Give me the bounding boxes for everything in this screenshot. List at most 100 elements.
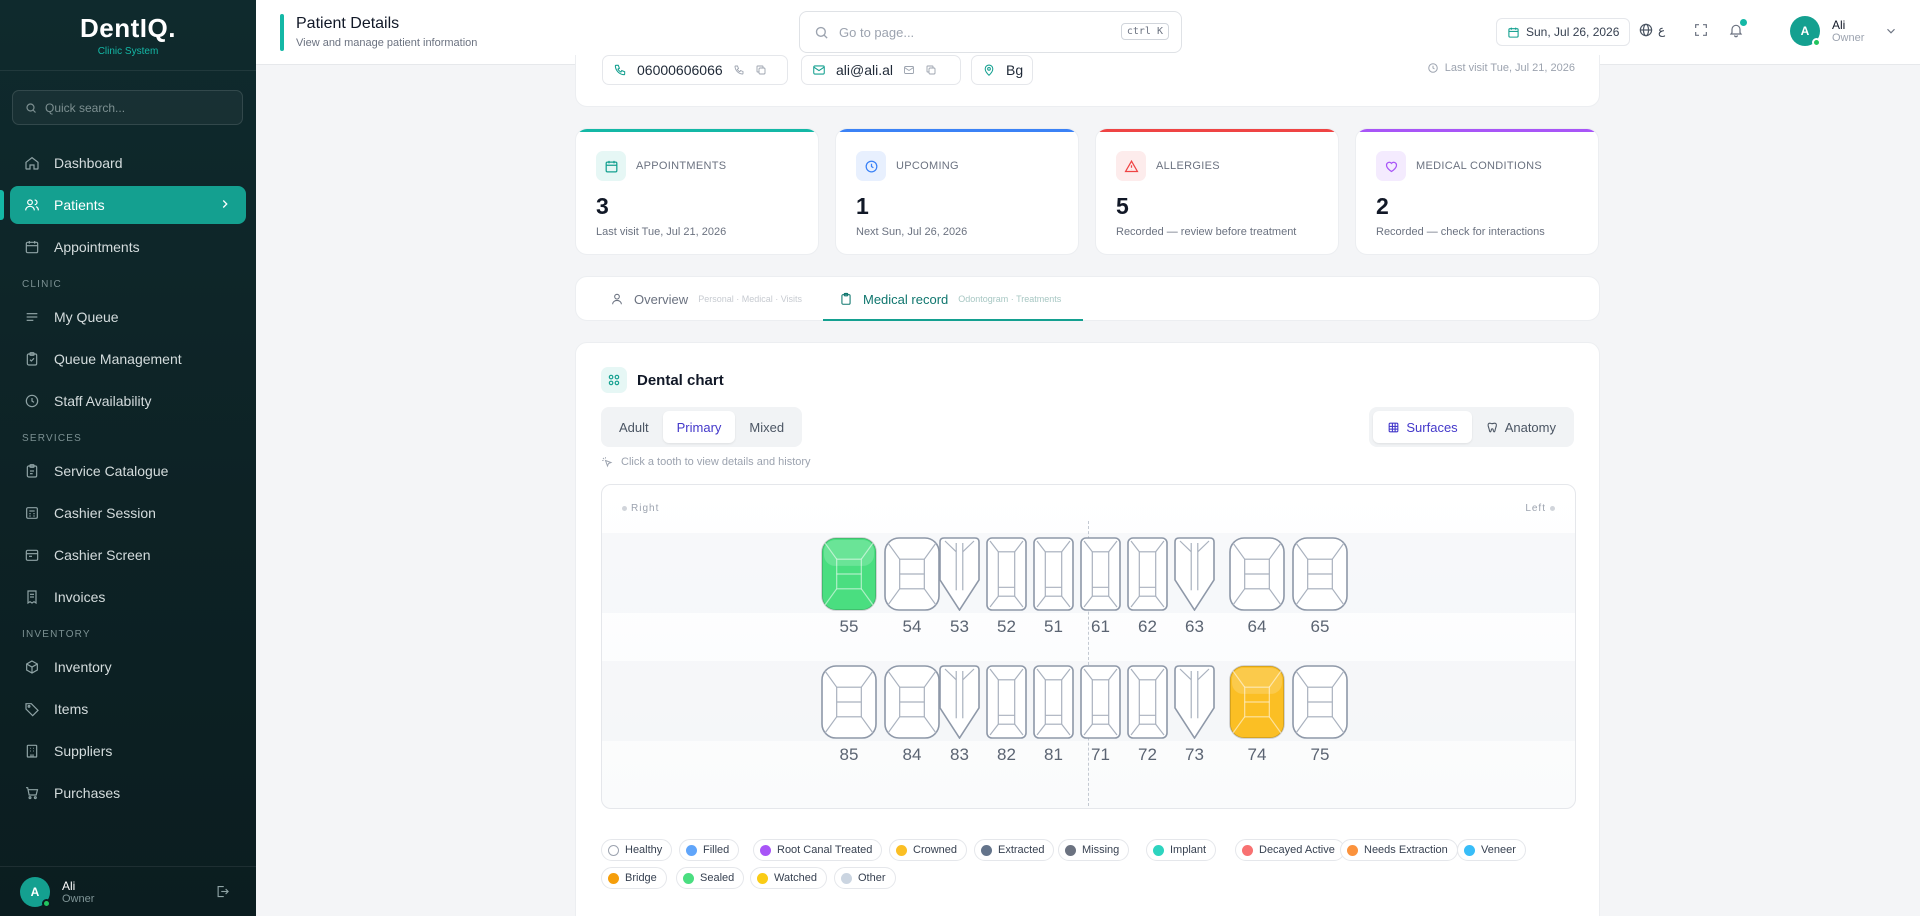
mode-primary-button[interactable]: Primary bbox=[662, 411, 736, 443]
sidebar-item-patients[interactable]: Patients bbox=[0, 186, 246, 224]
legend-item-healthy: Healthy bbox=[601, 839, 673, 861]
grid-icon bbox=[601, 367, 627, 393]
sidebar-item-appointments[interactable]: Appointments bbox=[10, 228, 246, 266]
goto-page-input[interactable]: Go to page... ctrl K bbox=[799, 11, 1182, 53]
tooth-65[interactable]: 65 bbox=[1292, 537, 1348, 636]
tooth-83[interactable]: 83 bbox=[939, 665, 980, 764]
user-role: Owner bbox=[62, 892, 95, 905]
mode-adult-button[interactable]: Adult bbox=[605, 411, 663, 443]
tooth-shape bbox=[1229, 537, 1285, 611]
sidebar-item-dashboard[interactable]: Dashboard bbox=[10, 144, 246, 182]
stat-value: 1 bbox=[856, 193, 869, 219]
tooth-81[interactable]: 81 bbox=[1033, 665, 1074, 764]
stat-note: Last visit Tue, Jul 21, 2026 bbox=[596, 226, 727, 238]
legend-label: Watched bbox=[774, 872, 818, 884]
quick-search-input[interactable]: Quick search... bbox=[12, 90, 243, 125]
tooth-shape bbox=[1229, 665, 1285, 739]
tooth-number: 85 bbox=[839, 745, 859, 764]
legend-label: Extracted bbox=[998, 844, 1045, 856]
legend-label: Missing bbox=[1082, 844, 1120, 856]
tooth-72[interactable]: 72 bbox=[1127, 665, 1168, 764]
tooth-icon bbox=[1486, 421, 1499, 434]
legend-item-implant: Implant bbox=[1146, 839, 1217, 861]
user-menu[interactable]: A Ali Owner bbox=[1790, 16, 1898, 47]
tooth-number: 74 bbox=[1247, 745, 1267, 764]
tooth-number: 83 bbox=[950, 745, 969, 764]
tooth-62[interactable]: 62 bbox=[1127, 537, 1168, 636]
tooth-52[interactable]: 52 bbox=[986, 537, 1027, 636]
tooth-53[interactable]: 53 bbox=[939, 537, 980, 636]
tooth-55[interactable]: 55 bbox=[821, 537, 877, 636]
phone-call-icon[interactable] bbox=[733, 64, 745, 76]
tooth-64[interactable]: 64 bbox=[1229, 537, 1285, 636]
email-chip: ali@ali.al bbox=[801, 55, 961, 85]
view-anatomy-button[interactable]: Anatomy bbox=[1472, 411, 1570, 443]
tooth-number: 84 bbox=[902, 745, 922, 764]
dental-chart-title-text: Dental chart bbox=[637, 371, 724, 389]
stat-accent-line bbox=[836, 129, 1078, 132]
stat-label: MEDICAL CONDITIONS bbox=[1416, 160, 1543, 172]
tooth-number: 52 bbox=[997, 617, 1016, 636]
legend-label: Bridge bbox=[625, 872, 657, 884]
tooth-75[interactable]: 75 bbox=[1292, 665, 1348, 764]
view-surfaces-button[interactable]: Surfaces bbox=[1373, 411, 1472, 443]
home-icon bbox=[22, 155, 42, 171]
brand-logo[interactable]: DentIQ. Clinic System bbox=[0, 0, 256, 70]
quick-search-placeholder: Quick search... bbox=[45, 100, 126, 115]
sidebar-user[interactable]: A Ali Owner bbox=[0, 866, 256, 916]
tooth-51[interactable]: 51 bbox=[1033, 537, 1074, 636]
language-switcher[interactable]: ع bbox=[1638, 22, 1665, 38]
logout-icon[interactable] bbox=[215, 884, 230, 899]
legend-swatch bbox=[1153, 844, 1164, 856]
send-mail-icon[interactable] bbox=[903, 64, 915, 76]
legend-label: Crowned bbox=[913, 844, 958, 856]
tooth-shape bbox=[939, 665, 980, 739]
tooth-54[interactable]: 54 bbox=[884, 537, 940, 636]
list-icon bbox=[22, 309, 42, 325]
section-services: SERVICES bbox=[22, 432, 82, 444]
tooth-61[interactable]: 61 bbox=[1080, 537, 1121, 636]
tooth-74[interactable]: 74 bbox=[1229, 665, 1285, 764]
tooth-number: 55 bbox=[839, 617, 859, 636]
stat-medical-conditions: MEDICAL CONDITIONS 2 Recorded — check fo… bbox=[1355, 128, 1599, 255]
tooth-85[interactable]: 85 bbox=[821, 665, 877, 764]
tooth-73[interactable]: 73 bbox=[1174, 665, 1215, 764]
table-icon bbox=[1387, 421, 1400, 434]
tooth-shape bbox=[821, 537, 877, 611]
side-right-label: Right bbox=[618, 503, 659, 514]
tooth-84[interactable]: 84 bbox=[884, 665, 940, 764]
stat-label: APPOINTMENTS bbox=[636, 160, 727, 172]
sidebar-item-inventory[interactable]: Inventory bbox=[10, 648, 246, 686]
tooth-63[interactable]: 63 bbox=[1174, 537, 1215, 636]
copy-icon[interactable] bbox=[925, 64, 937, 76]
copy-icon[interactable] bbox=[755, 64, 767, 76]
sidebar-item-staff-availability[interactable]: Staff Availability bbox=[10, 382, 246, 420]
sidebar-item-invoices[interactable]: Invoices bbox=[10, 578, 246, 616]
sidebar-item-cashier-session[interactable]: Cashier Session bbox=[10, 494, 246, 532]
sidebar-item-label: Patients bbox=[54, 197, 105, 213]
tooth-71[interactable]: 71 bbox=[1080, 665, 1121, 764]
sidebar-item-queue-management[interactable]: Queue Management bbox=[10, 340, 246, 378]
sidebar-item-my-queue[interactable]: My Queue bbox=[10, 298, 246, 336]
sidebar-item-suppliers[interactable]: Suppliers bbox=[10, 732, 246, 770]
fullscreen-icon[interactable] bbox=[1693, 22, 1709, 38]
sidebar-item-items[interactable]: Items bbox=[10, 690, 246, 728]
sidebar-item-label: Staff Availability bbox=[54, 393, 152, 409]
sidebar-item-service-catalogue[interactable]: Service Catalogue bbox=[10, 452, 246, 490]
calendar-icon bbox=[596, 151, 626, 181]
clock-icon bbox=[856, 151, 886, 181]
mode-mixed-button[interactable]: Mixed bbox=[735, 411, 798, 443]
bell-icon[interactable] bbox=[1728, 19, 1747, 38]
tooth-82[interactable]: 82 bbox=[986, 665, 1027, 764]
calendar-icon bbox=[1507, 26, 1520, 39]
avatar: A bbox=[20, 876, 51, 908]
date-pill[interactable]: Sun, Jul 26, 2026 bbox=[1496, 18, 1631, 46]
tab-medical-record[interactable]: Medical record Odontogram · Treatments bbox=[839, 277, 1061, 321]
tab-label: Overview bbox=[634, 291, 689, 307]
sidebar-item-cashier-screen[interactable]: Cashier Screen bbox=[10, 536, 246, 574]
contact-strip: 06000606066 ali@ali.al Bg Last visit Tue… bbox=[575, 55, 1600, 107]
sidebar-item-purchases[interactable]: Purchases bbox=[10, 774, 246, 812]
tab-overview[interactable]: Overview Personal · Medical · Visits bbox=[610, 277, 802, 321]
clipboard-icon bbox=[839, 292, 853, 306]
legend-item-sealed: Sealed bbox=[676, 867, 745, 889]
